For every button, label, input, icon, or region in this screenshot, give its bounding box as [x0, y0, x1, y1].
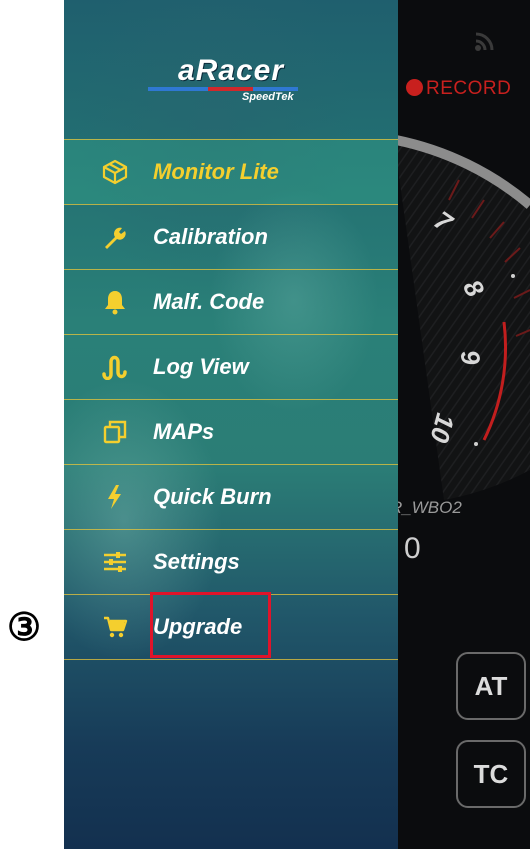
waveform-icon: [102, 355, 127, 380]
menu-label: Log View: [153, 354, 249, 379]
cube-icon: [102, 159, 128, 185]
copy-icon: [103, 420, 127, 444]
menu-item-maps[interactable]: MAPs: [64, 399, 398, 464]
menu-label: Monitor Lite: [153, 159, 279, 184]
menu-label: Settings: [153, 549, 240, 574]
menu-label: Quick Burn: [153, 484, 272, 509]
sensor-value: 0: [404, 532, 421, 565]
step-marker: ③: [6, 607, 42, 649]
menu-item-malf-code[interactable]: Malf. Code: [64, 269, 398, 334]
menu-label: Malf. Code: [153, 289, 265, 314]
tc-button[interactable]: TC: [456, 740, 526, 808]
cart-icon: [104, 616, 128, 638]
menu-label: MAPs: [153, 419, 215, 444]
app-logo: aRacer SpeedTek: [64, 54, 398, 103]
drawer-menu: Monitor Lite Calibration Malf. Code Log …: [64, 139, 398, 660]
menu-item-calibration[interactable]: Calibration: [64, 204, 398, 269]
upgrade-highlight-box: [150, 592, 271, 658]
menu-item-settings[interactable]: Settings: [64, 529, 398, 594]
menu-item-log-view[interactable]: Log View: [64, 334, 398, 399]
logo-main: aRacer: [177, 54, 285, 87]
bell-icon: [105, 291, 125, 315]
gauge-tick-10: 10: [424, 410, 461, 446]
sensor-label: R_WBO2: [390, 498, 462, 517]
lightning-icon: [108, 485, 121, 509]
at-button[interactable]: AT: [456, 652, 526, 720]
menu-item-quick-burn[interactable]: Quick Burn: [64, 464, 398, 529]
menu-label: Calibration: [153, 224, 268, 249]
menu-item-monitor-lite[interactable]: Monitor Lite: [64, 139, 398, 204]
app-screen: RECORD 7 8 9 10 R_WBO2 0 AT TC aRacer Sp…: [64, 0, 530, 849]
navigation-drawer: aRacer SpeedTek Monitor Lite Calibration…: [64, 0, 398, 849]
logo-sub: SpeedTek: [242, 91, 294, 103]
wrench-icon: [105, 227, 126, 249]
sliders-icon: [104, 552, 126, 572]
